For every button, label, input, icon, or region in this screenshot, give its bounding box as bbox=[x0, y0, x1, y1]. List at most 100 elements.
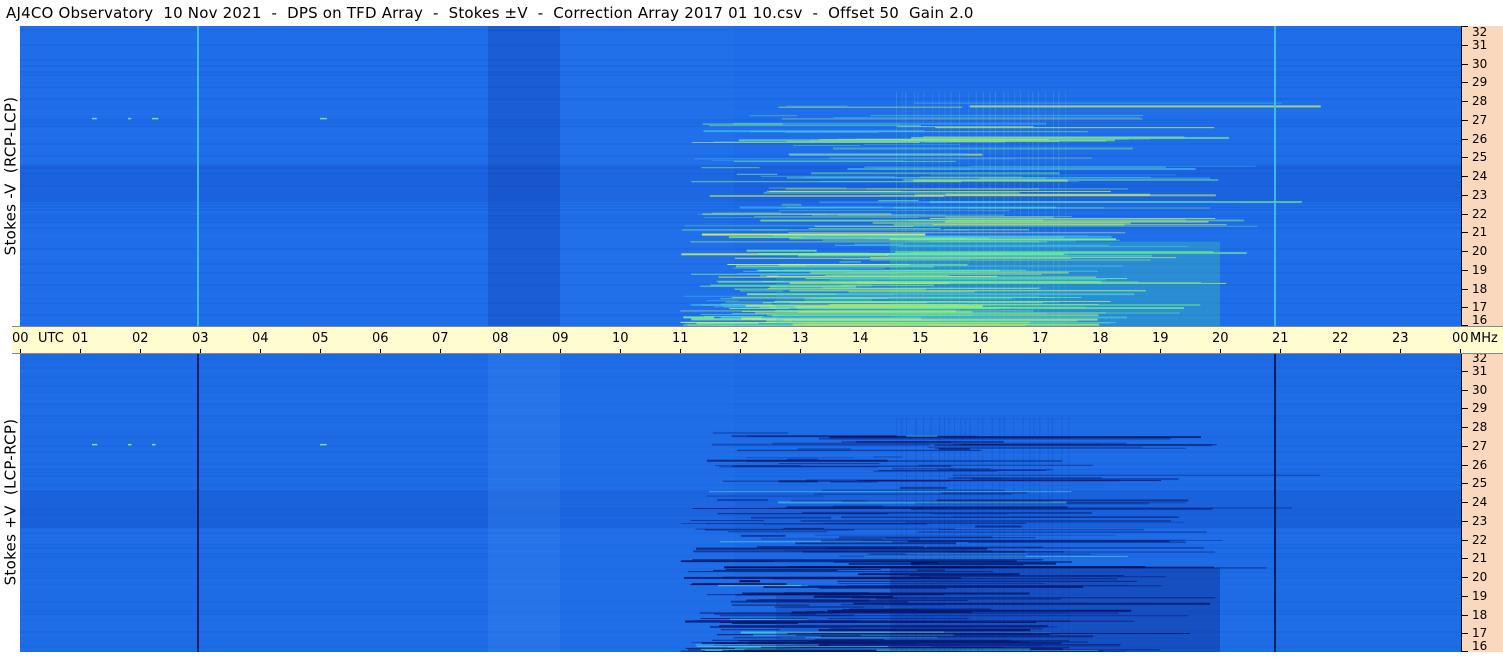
vertical-striation bbox=[1061, 417, 1063, 652]
vertical-striation bbox=[905, 417, 907, 652]
mhz-tick-label: 25 bbox=[1472, 150, 1488, 165]
emission-streak bbox=[778, 106, 963, 108]
utc-tick bbox=[980, 349, 981, 353]
emission-streak bbox=[701, 233, 926, 236]
vertical-striation bbox=[1033, 417, 1035, 652]
emission-streak bbox=[778, 463, 880, 465]
noise-band bbox=[20, 418, 1461, 420]
emission-streak bbox=[768, 187, 847, 189]
emission-streak bbox=[751, 516, 832, 519]
utc-tick-label: 09 bbox=[552, 331, 569, 346]
mhz-tick bbox=[1462, 539, 1468, 541]
vertical-striation bbox=[938, 417, 940, 652]
noise-band bbox=[20, 209, 1461, 211]
mhz-unit-label: MHz bbox=[1470, 331, 1498, 346]
utc-tick bbox=[140, 349, 141, 353]
utc-tick-label: 14 bbox=[852, 331, 869, 346]
emission-streak bbox=[821, 489, 1004, 491]
interference-dot bbox=[152, 117, 159, 120]
vertical-striation bbox=[960, 417, 962, 652]
utc-tick bbox=[1280, 349, 1281, 353]
emission-streak bbox=[837, 214, 1005, 216]
emission-streak bbox=[692, 559, 1044, 561]
emission-streak bbox=[833, 117, 1140, 119]
vertical-striation bbox=[917, 91, 919, 326]
utc-tick bbox=[440, 349, 441, 353]
emission-streak bbox=[790, 500, 869, 502]
emission-streak bbox=[681, 560, 775, 562]
emission-streak bbox=[694, 158, 1015, 160]
vertical-striation bbox=[1053, 91, 1055, 326]
mhz-tick-label: 18 bbox=[1472, 281, 1488, 296]
top-mhz-scale: 32 31 30 29 28 27 26 25 24 23 22 21 20 19 18 17 16 bbox=[1461, 26, 1503, 326]
utc-tick bbox=[620, 349, 621, 353]
mhz-tick-label: 21 bbox=[1472, 551, 1488, 566]
utc-tick bbox=[260, 349, 261, 353]
emission-streak bbox=[839, 555, 1026, 557]
utc-tick bbox=[320, 349, 321, 353]
vertical-striation bbox=[1047, 417, 1049, 652]
mhz-tick-label: 31 bbox=[1472, 37, 1488, 52]
vertical-striation bbox=[982, 91, 984, 326]
emission-streak bbox=[752, 229, 970, 231]
vertical-striation bbox=[1051, 417, 1053, 652]
emission-streak bbox=[772, 235, 1089, 237]
vertical-striation bbox=[1032, 91, 1034, 326]
emission-streak bbox=[914, 102, 1282, 104]
emission-streak bbox=[785, 188, 1040, 190]
utc-tick bbox=[380, 349, 381, 353]
interference-dot bbox=[128, 117, 132, 120]
emission-streak bbox=[683, 316, 715, 319]
vertical-striation bbox=[1020, 91, 1022, 326]
utc-tick-label: 08 bbox=[492, 331, 509, 346]
utc-tick bbox=[680, 349, 681, 353]
bottom-spectrogram-svg bbox=[20, 352, 1461, 652]
emission-streak bbox=[898, 122, 1046, 125]
emission-streak bbox=[847, 167, 1196, 170]
emission-streak bbox=[739, 580, 760, 583]
emission-streak bbox=[969, 105, 1321, 108]
emission-glow bbox=[776, 595, 890, 652]
utc-tick-label: 13 bbox=[792, 331, 809, 346]
emission-streak bbox=[727, 531, 828, 533]
interference-dot bbox=[320, 117, 327, 120]
emission-streak bbox=[711, 212, 782, 214]
emission-streak bbox=[781, 118, 1143, 120]
emission-streak bbox=[746, 460, 1063, 462]
emission-streak bbox=[702, 123, 783, 126]
mhz-tick-label: 23 bbox=[1472, 187, 1488, 202]
emission-streak bbox=[893, 207, 1105, 209]
emission-streak bbox=[934, 447, 1186, 449]
emission-streak bbox=[935, 127, 1215, 129]
mhz-tick bbox=[1462, 44, 1468, 46]
emission-streak bbox=[736, 173, 778, 175]
emission-streak bbox=[797, 448, 851, 450]
emission-streak bbox=[684, 225, 937, 227]
emission-streak bbox=[830, 481, 878, 483]
vertical-event-line bbox=[1274, 26, 1276, 326]
vertical-striation bbox=[964, 417, 966, 652]
mhz-tick-label: 21 bbox=[1472, 225, 1488, 240]
vertical-striation bbox=[950, 91, 952, 326]
emission-streak bbox=[811, 172, 1060, 175]
utc-tick-label: 11 bbox=[672, 331, 689, 346]
top-spectrogram bbox=[20, 26, 1461, 326]
utc-tick-label: 18 bbox=[1092, 331, 1109, 346]
utc-tick bbox=[740, 349, 741, 353]
top-panel-ylabel: Stokes -V (RCP-LCP) bbox=[0, 26, 20, 326]
top-panel-ylabel-text: Stokes -V (RCP-LCP) bbox=[1, 96, 20, 256]
utc-tick bbox=[20, 349, 21, 353]
utc-tick bbox=[1400, 349, 1401, 353]
mhz-tick-label: 27 bbox=[1472, 112, 1488, 127]
top-spectrogram-svg bbox=[20, 26, 1461, 326]
interference-dot bbox=[92, 443, 98, 446]
mhz-tick-label: 30 bbox=[1472, 382, 1488, 397]
noise-band bbox=[20, 203, 1461, 205]
interference-dot bbox=[320, 443, 327, 446]
noise-band bbox=[20, 361, 1461, 363]
noise-band bbox=[20, 86, 1461, 88]
utc-tick-label: 23 bbox=[1392, 331, 1409, 346]
vertical-striation bbox=[1029, 417, 1031, 652]
bottom-panel-ylabel-text: Stokes +V (LCP-RCP) bbox=[1, 418, 19, 586]
noise-band bbox=[20, 394, 1461, 396]
